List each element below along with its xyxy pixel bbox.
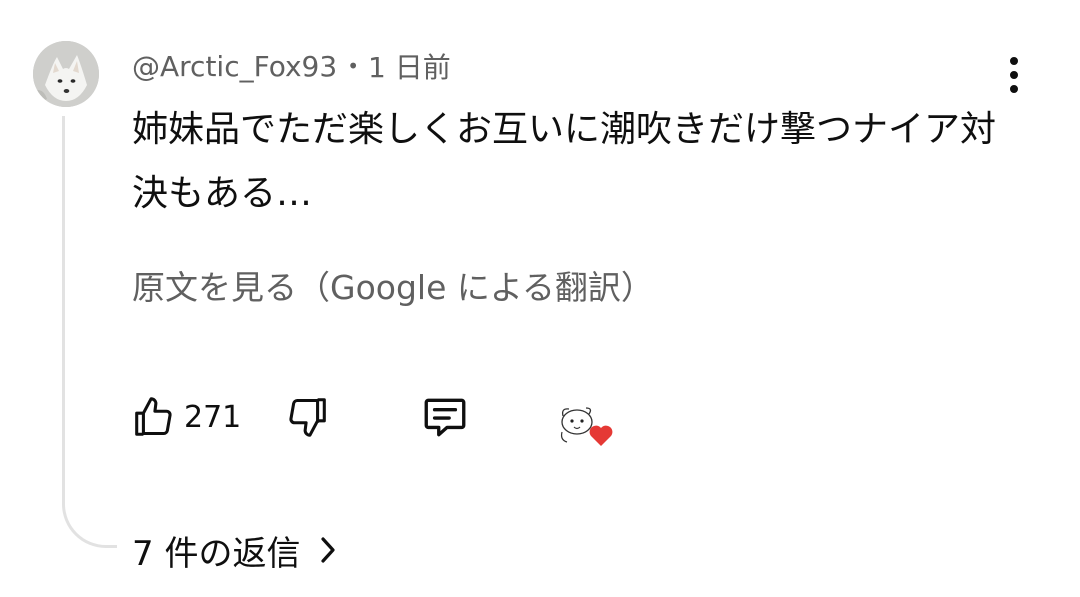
dislike-button[interactable] [285, 392, 331, 442]
reply-button[interactable] [420, 392, 470, 442]
more-vertical-icon[interactable] [996, 54, 1032, 96]
reply-comment-icon [424, 398, 466, 437]
thumbs-up-icon [135, 397, 172, 436]
replies-label: 7 件の返信 [132, 533, 301, 574]
comment-timestamp: 1 日前 [367, 51, 451, 84]
like-button[interactable]: 271 [130, 392, 241, 442]
like-count: 271 [184, 399, 242, 435]
author-avatar[interactable] [33, 41, 99, 107]
creator-heart-icon [555, 400, 617, 448]
comment-text: 姉妹品でただ楽しくお互いに潮吹きだけ撃つナイア対決もある… [132, 109, 997, 214]
comment-meta: @Arctic_Fox93 • 1 日前 [132, 44, 451, 88]
meta-separator: • [347, 54, 359, 78]
chevron-right-icon [318, 535, 338, 565]
see-original-link[interactable]: 原文を見る（Google による翻訳） [132, 263, 654, 313]
menu-dot [1010, 57, 1018, 65]
arctic-fox-avatar-icon [33, 41, 99, 107]
author-name[interactable]: @Arctic_Fox93 [132, 50, 337, 83]
comment-card: @Arctic_Fox93 • 1 日前 姉妹品でただ楽しくお互いに潮吹きだけ撃… [0, 0, 1080, 597]
menu-dot [1010, 71, 1018, 79]
menu-dot [1010, 85, 1018, 93]
view-replies-button[interactable]: 7 件の返信 [132, 526, 338, 574]
reply-thread-line [62, 116, 117, 548]
thumbs-down-icon [289, 398, 326, 437]
